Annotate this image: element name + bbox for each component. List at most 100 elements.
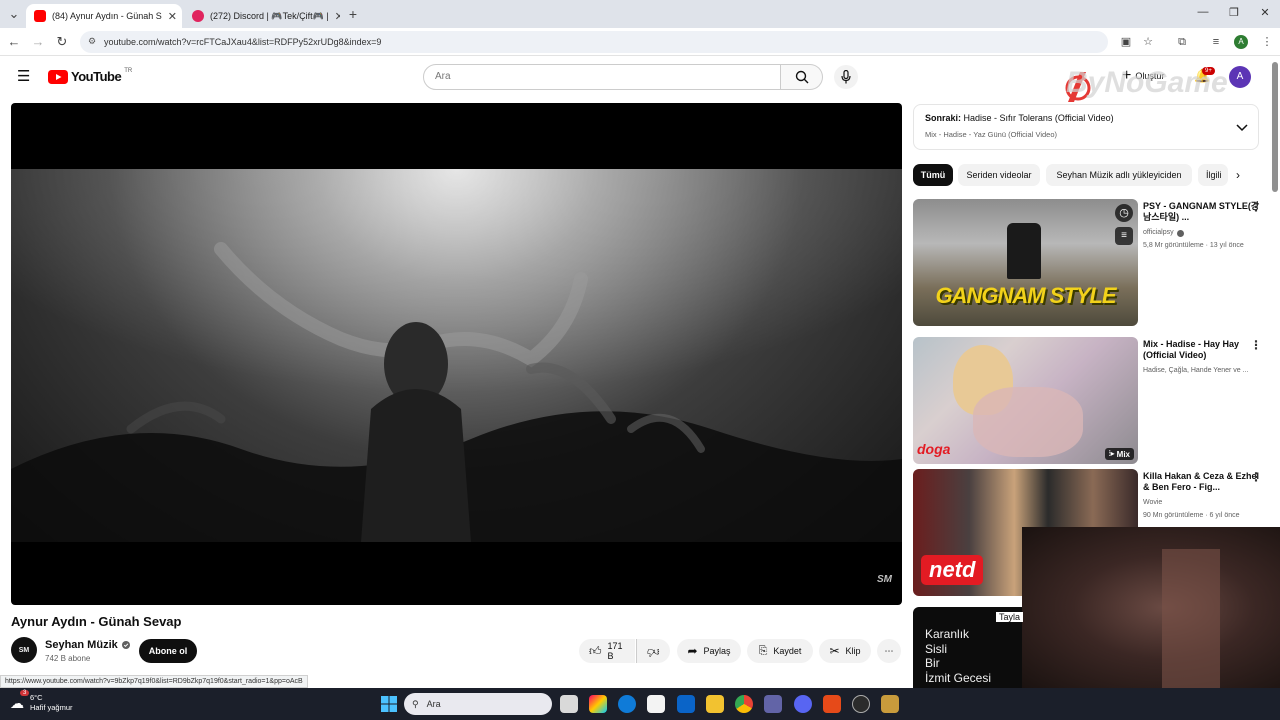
task-view-icon[interactable] xyxy=(560,695,578,713)
outlook-icon[interactable] xyxy=(677,695,695,713)
tab-list-chevron-icon[interactable]: ⌄ xyxy=(4,4,24,24)
app-icon[interactable] xyxy=(823,695,841,713)
bookmark-star-icon[interactable]: ☆ xyxy=(1139,33,1157,51)
close-window-button[interactable]: ✕ xyxy=(1250,6,1280,19)
share-button[interactable]: ➦ Paylaş xyxy=(677,639,741,663)
site-info-icon[interactable]: ⚙ xyxy=(88,36,96,47)
chip-all[interactable]: Tümü xyxy=(913,164,953,186)
browser-tab-strip: ⌄ (84) Aynur Aydın - Günah S ✕ (272) Dis… xyxy=(0,0,1280,28)
hamburger-menu-icon[interactable]: ☰ xyxy=(17,69,30,84)
chip-uploader[interactable]: Seyhan Müzik adlı yükleyiciden xyxy=(1046,164,1192,186)
reading-list-icon[interactable]: ≡ xyxy=(1207,33,1225,51)
video-thumbnail[interactable]: doga ⫶▸ Mix xyxy=(913,337,1138,464)
back-icon[interactable]: ← xyxy=(4,32,24,52)
tab-label: (272) Discord | 🎮Tek/Çift🎮 | xyxy=(210,10,329,21)
tab-youtube[interactable]: (84) Aynur Aydın - Günah S ✕ xyxy=(26,4,182,28)
up-next-panel[interactable]: Sonraki: Hadise - Sıfır Tolerans (Offici… xyxy=(913,104,1259,150)
account-avatar[interactable]: A xyxy=(1229,66,1251,88)
taskbar-search-label: Ara xyxy=(426,699,441,709)
clip-button[interactable]: ✂ Klip xyxy=(819,639,871,663)
weather-desc: Hafif yağmur xyxy=(30,703,73,712)
related-video-title[interactable]: PSY - GANGNAM STYLE(강남스타일) ... xyxy=(1143,201,1261,223)
taskbar-search[interactable]: ⚲ Ara xyxy=(404,693,552,715)
youtube-play-logo-icon xyxy=(48,69,68,84)
watch-later-clock-icon[interactable]: ◷ xyxy=(1115,204,1133,222)
close-tab-icon[interactable]: ✕ xyxy=(335,10,340,23)
channel-name-row[interactable]: Seyhan Müzik xyxy=(45,639,130,651)
rain-cloud-icon: ☁ xyxy=(10,695,24,711)
up-next-prefix: Sonraki: xyxy=(925,113,962,123)
thumbnail-text: GANGNAM STYLE xyxy=(935,283,1116,308)
related-video-title[interactable]: Killa Hakan & Ceza & Ezhel & Ben Fero - … xyxy=(1143,471,1261,493)
thumbnail-dress xyxy=(973,387,1083,457)
video-thumbnail[interactable]: GANGNAM STYLE ◷ ≡ xyxy=(913,199,1138,326)
cast-icon[interactable]: ▣ xyxy=(1117,33,1135,51)
search-input[interactable]: Ara xyxy=(423,64,781,90)
search-button[interactable] xyxy=(781,64,823,90)
share-arrow-icon: ➦ xyxy=(687,644,698,658)
thumbnail-text: Karanlık Sisli Bir İzmit Gecesi xyxy=(925,627,991,685)
close-tab-icon[interactable]: ✕ xyxy=(168,10,177,23)
voice-search-button[interactable] xyxy=(834,65,858,89)
microsoft-store-icon[interactable] xyxy=(647,695,665,713)
concert-scene-image xyxy=(11,169,902,542)
video-player[interactable]: SM xyxy=(11,103,902,605)
chip-related[interactable]: İlgili xyxy=(1198,164,1228,186)
page-scrollbar[interactable] xyxy=(1272,62,1278,192)
chrome-icon[interactable] xyxy=(735,695,753,713)
app-icon[interactable] xyxy=(852,695,870,713)
channel-name[interactable]: Seyhan Müzik xyxy=(45,639,118,651)
reload-icon[interactable]: ↻ xyxy=(52,32,72,52)
browser-menu-icon[interactable]: ⋮ xyxy=(1258,33,1276,51)
thumbnail-line: İzmit Gecesi xyxy=(925,670,992,685)
new-tab-button[interactable]: + xyxy=(343,4,363,24)
channel-watermark-logo: SM xyxy=(877,574,892,585)
related-video-channel: Wovie xyxy=(1143,499,1163,506)
chevron-right-icon[interactable]: › xyxy=(1236,168,1240,182)
related-video-meta: 5,8 Mr görüntüleme · 13 yıl önce xyxy=(1143,242,1244,249)
league-of-legends-icon[interactable] xyxy=(881,695,899,713)
thumbs-down-icon: 👍︎ xyxy=(647,644,660,659)
forward-icon[interactable]: → xyxy=(28,32,48,52)
edge-browser-icon[interactable] xyxy=(618,695,636,713)
related-video-title[interactable]: Tayla xyxy=(996,612,1024,622)
tab-discord[interactable]: (272) Discord | 🎮Tek/Çift🎮 | ✕ xyxy=(184,4,340,28)
copilot-icon[interactable] xyxy=(589,695,607,713)
more-options-icon[interactable]: ⋮ xyxy=(1250,470,1262,484)
save-button[interactable]: ⎘ Kaydet xyxy=(747,639,813,663)
youtube-logo[interactable]: YouTube TR xyxy=(48,67,133,84)
video-title: Aynur Aydın - Günah Sevap xyxy=(11,614,182,629)
subscribe-button[interactable]: Abone ol xyxy=(139,639,197,663)
search-icon xyxy=(795,70,808,84)
more-options-icon[interactable]: ⋮ xyxy=(1250,338,1262,352)
chip-series[interactable]: Seriden videolar xyxy=(958,164,1040,186)
discord-icon[interactable] xyxy=(794,695,812,713)
save-label: Kaydet xyxy=(773,646,802,656)
video-frame xyxy=(11,169,902,542)
add-to-queue-icon[interactable]: ≡ xyxy=(1115,227,1133,245)
windows-start-icon[interactable] xyxy=(381,696,397,712)
minimize-button[interactable]: — xyxy=(1188,6,1218,18)
dislike-button[interactable]: 👍︎ xyxy=(636,639,670,663)
region-code: TR xyxy=(124,67,133,74)
maximize-button[interactable]: ❐ xyxy=(1219,6,1249,19)
file-explorer-icon[interactable] xyxy=(706,695,724,713)
weather-widget[interactable]: ☁ 6°C Hafif yağmur xyxy=(10,693,73,713)
related-video-title[interactable]: Mix - Hadise - Hay Hay (Official Video) xyxy=(1143,339,1261,361)
search-icon: ⚲ xyxy=(412,698,419,709)
more-options-icon[interactable]: ⋮ xyxy=(1250,200,1262,214)
verified-check-icon xyxy=(121,641,130,649)
chevron-down-icon[interactable] xyxy=(1236,119,1248,137)
teams-icon[interactable] xyxy=(764,695,782,713)
microphone-icon xyxy=(841,70,851,84)
profile-avatar[interactable]: A xyxy=(1234,35,1248,49)
thumbnail-line: Sisli xyxy=(925,641,948,656)
extensions-icon[interactable]: ⧉ xyxy=(1173,33,1191,51)
like-button[interactable]: 👍︎ 171 B xyxy=(579,639,635,663)
youtube-logo-text: YouTube xyxy=(71,69,122,84)
verified-check-icon xyxy=(1176,229,1184,237)
address-bar[interactable]: ⚙ youtube.com/watch?v=rcFTCaJXau4&list=R… xyxy=(80,31,1108,53)
clip-label: Klip xyxy=(845,646,861,656)
more-actions-button[interactable]: ⋯ xyxy=(877,639,901,663)
channel-avatar[interactable]: SM xyxy=(11,637,37,663)
